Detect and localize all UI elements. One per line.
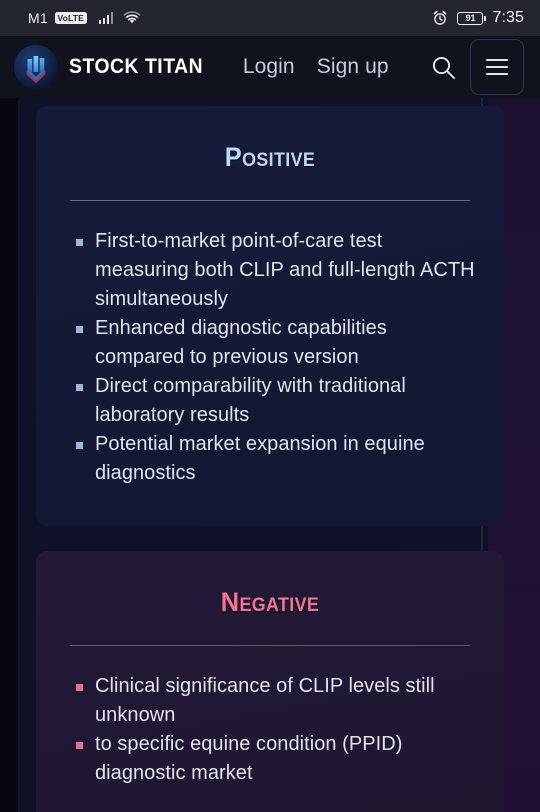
positive-card: Positive First-to-market point-of-care t… (36, 106, 504, 526)
brand-home-link[interactable]: STOCK TITAN (14, 45, 215, 89)
positive-card-divider (70, 200, 470, 201)
status-bar-right: 91 7:35 (432, 9, 524, 27)
clock-label: 7:35 (492, 9, 524, 26)
list-item: Direct comparability with traditional la… (74, 372, 478, 430)
site-header: STOCK TITAN Login Sign up (0, 36, 540, 98)
brand-name: STOCK TITAN (69, 55, 204, 78)
positive-card-title: Positive (224, 142, 316, 172)
hamburger-menu-icon[interactable] (470, 39, 524, 95)
signup-link[interactable]: Sign up (317, 55, 389, 79)
search-icon[interactable] (428, 52, 458, 82)
status-bar: M1 VoLTE 91 7:35 (0, 0, 540, 36)
volte-badge: VoLTE (54, 12, 87, 24)
login-link[interactable]: Login (243, 55, 295, 79)
list-item: First-to-market point-of-care test measu… (74, 227, 478, 314)
app-screen: M1 VoLTE 91 7:35 STOCK TITAN Login Sign … (0, 0, 540, 812)
list-item: Potential market expansion in equine dia… (74, 430, 478, 488)
carrier-label: M1 (28, 10, 48, 26)
battery-indicator: 91 (457, 11, 487, 25)
negative-card-divider (70, 645, 470, 646)
battery-level-label: 91 (465, 12, 476, 23)
header-actions (428, 39, 524, 95)
content-area: Positive First-to-market point-of-care t… (0, 98, 540, 812)
status-bar-left: M1 VoLTE (16, 10, 432, 26)
negative-card: Negative Clinical significance of CLIP l… (36, 551, 504, 812)
negative-bullet-list: Clinical significance of CLIP levels sti… (36, 646, 504, 788)
stock-titan-logo-icon (14, 45, 58, 89)
list-item: Enhanced diagnostic capabilities compare… (74, 314, 478, 372)
positive-bullet-list: First-to-market point-of-care test measu… (36, 201, 504, 488)
list-item: Clinical significance of CLIP levels sti… (74, 672, 478, 730)
header-nav: Login Sign up (243, 55, 389, 79)
negative-card-title: Negative (220, 587, 320, 617)
wifi-icon (123, 11, 141, 25)
alarm-clock-icon (432, 10, 448, 26)
cellular-signal-icon (98, 12, 114, 24)
list-item: to specific equine condition (PPID) diag… (74, 730, 478, 788)
